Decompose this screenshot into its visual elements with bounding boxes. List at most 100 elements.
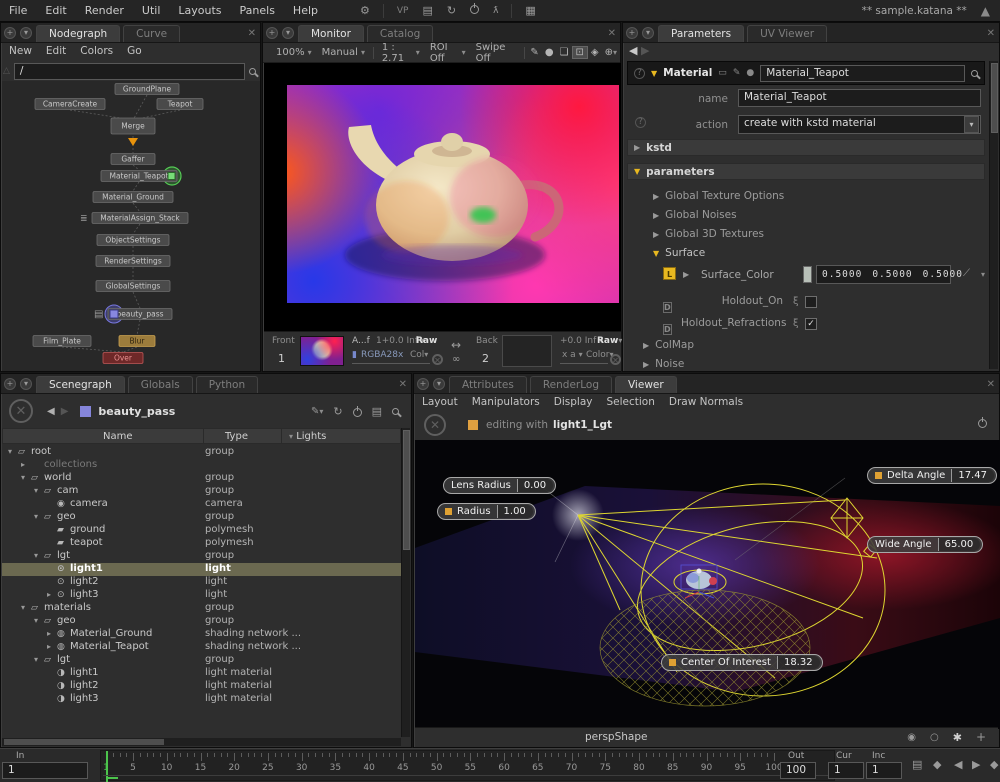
add-icon[interactable]: +: [976, 730, 986, 744]
render-canvas[interactable]: [264, 63, 621, 331]
row-name[interactable]: light1: [70, 667, 99, 678]
next-key-icon[interactable]: ◆: [990, 758, 998, 771]
tree-expander-icon[interactable]: ▾: [8, 447, 18, 456]
speech-bubble-icon[interactable]: ●: [542, 47, 557, 58]
add-tab-icon[interactable]: +: [626, 27, 638, 39]
holdout-on-checkbox[interactable]: [805, 296, 817, 308]
close-icon[interactable]: ✕: [248, 28, 256, 39]
menu-edit[interactable]: Edit: [36, 4, 75, 17]
pen-icon[interactable]: ✎▾: [311, 406, 323, 417]
frame-ruler[interactable]: 1510152025303540455055606570758085909510…: [100, 750, 835, 781]
clapperboard-icon[interactable]: ▦: [518, 4, 542, 17]
column-name[interactable]: Name: [103, 431, 133, 442]
profile-icon[interactable]: ƛ: [486, 6, 505, 16]
scenegraph-row-Material_Teapot[interactable]: ▸◍Material_Teapotshading network ...: [2, 641, 404, 654]
scenegraph-row-light2[interactable]: ◑light2light material: [2, 680, 404, 693]
scenegraph-row-ground[interactable]: ▰groundpolymesh: [2, 524, 404, 537]
back-arrow-icon[interactable]: ◀: [47, 406, 55, 417]
group-surface[interactable]: ▼Surface: [653, 247, 705, 259]
dropdown-arrow-icon[interactable]: ▾: [964, 116, 979, 133]
menu-layout[interactable]: Layout: [422, 396, 458, 408]
search-icon[interactable]: [392, 408, 399, 415]
row-name[interactable]: light2: [70, 680, 99, 691]
tab-uv-viewer[interactable]: UV Viewer: [747, 25, 827, 42]
scenegraph-row-collections[interactable]: ▸collections: [2, 459, 404, 472]
editing-target[interactable]: light1_Lgt: [553, 419, 612, 431]
wrench-icon[interactable]: ✎: [733, 68, 741, 78]
row-name[interactable]: light3: [70, 693, 99, 704]
node-Film_Plate[interactable]: Film_Plate: [33, 336, 91, 347]
back-channels[interactable]: x a ▾: [562, 350, 583, 360]
tab-scenegraph[interactable]: Scenegraph: [36, 376, 125, 393]
node-Over[interactable]: Over: [103, 353, 143, 364]
power-icon[interactable]: [463, 4, 486, 17]
tree-expander-icon[interactable]: ▾: [21, 473, 31, 482]
row-name[interactable]: Material_Teapot: [70, 641, 149, 652]
tree-expander-icon[interactable]: ▾: [34, 616, 44, 625]
scenegraph-row-world[interactable]: ▾▱worldgroup: [2, 472, 404, 485]
local-badge[interactable]: L: [663, 267, 676, 280]
action-dropdown[interactable]: create with kstd material: [738, 115, 981, 134]
tab-renderlog[interactable]: RenderLog: [530, 376, 612, 393]
node-Gaffer[interactable]: Gaffer: [111, 154, 155, 165]
color-swatch[interactable]: [803, 266, 812, 283]
lock-icon[interactable]: ▮: [352, 350, 357, 360]
default-badge[interactable]: D: [663, 324, 672, 335]
front-name[interactable]: A...f: [352, 336, 370, 346]
menu-new[interactable]: New: [9, 45, 32, 57]
crosshair-icon[interactable]: ⊕▾: [602, 47, 620, 58]
search-icon[interactable]: [971, 70, 978, 77]
add-tab-icon[interactable]: +: [417, 378, 429, 390]
light-pin-icon[interactable]: ○: [930, 732, 939, 743]
tab-nodegraph[interactable]: Nodegraph: [36, 25, 120, 42]
row-name[interactable]: light3: [70, 589, 99, 600]
default-badge[interactable]: D: [663, 302, 672, 313]
column-type[interactable]: Type: [225, 431, 248, 442]
manipulator-label-center-of-interest[interactable]: Center Of Interest18.32: [661, 654, 823, 671]
forward-arrow-icon[interactable]: ▶: [61, 406, 69, 417]
settings-icon[interactable]: ✱: [953, 731, 962, 744]
power-icon[interactable]: [978, 419, 987, 431]
scenegraph-row-light1[interactable]: ◑light1light material: [2, 667, 404, 680]
film-icon[interactable]: ▤: [372, 405, 382, 418]
step-forward-icon[interactable]: ▶: [972, 758, 980, 771]
pen-icon[interactable]: ✎: [527, 47, 541, 58]
scenegraph-row-root[interactable]: ▾▱rootgroup: [2, 446, 404, 459]
tab-attributes[interactable]: Attributes: [449, 376, 527, 393]
row-name[interactable]: camera: [70, 498, 108, 509]
tab-menu-icon[interactable]: ▾: [20, 27, 32, 39]
row-name[interactable]: geo: [57, 615, 76, 626]
row-name[interactable]: root: [31, 446, 51, 457]
menu-file[interactable]: File: [0, 4, 36, 17]
layers-icon[interactable]: ❏: [557, 47, 572, 58]
prev-key-icon[interactable]: ◆: [933, 758, 941, 771]
warning-icon[interactable]: ▲: [981, 4, 990, 18]
menu-colors[interactable]: Colors: [80, 45, 113, 57]
film-icon[interactable]: ▤: [415, 4, 439, 17]
group-noise[interactable]: ▶Noise: [643, 358, 684, 370]
row-name[interactable]: collections: [44, 459, 97, 470]
node-MaterialAssign_Stack[interactable]: MaterialAssign_Stack: [92, 213, 188, 224]
tab-python[interactable]: Python: [196, 376, 258, 393]
manipulator-label-wide-angle[interactable]: Wide Angle65.00: [867, 536, 983, 553]
node-Blur[interactable]: Blur: [119, 336, 155, 347]
row-name[interactable]: lgt: [57, 654, 70, 665]
close-icon[interactable]: ✕: [987, 379, 995, 390]
tab-curve[interactable]: Curve: [123, 25, 180, 42]
menu-util[interactable]: Util: [133, 4, 169, 17]
tree-expander-icon[interactable]: ▾: [34, 655, 44, 664]
zoom-dropdown[interactable]: 100%▾: [271, 47, 317, 58]
scenegraph-row-light3[interactable]: ▸⊙light3light: [2, 589, 404, 602]
step-back-icon[interactable]: ◀: [954, 758, 962, 771]
close-icon[interactable]: ✕: [987, 28, 995, 39]
menu-draw-normals[interactable]: Draw Normals: [669, 396, 743, 408]
scenegraph-row-lgt[interactable]: ▾▱lgtgroup: [2, 654, 404, 667]
nodegraph-canvas[interactable]: GroundPlaneCameraCreateTeapotMergeGaffer…: [2, 81, 260, 371]
row-name[interactable]: ground: [70, 524, 105, 535]
clear-icon[interactable]: ✕: [424, 414, 446, 436]
scenegraph-row-geo[interactable]: ▾▱geogroup: [2, 615, 404, 628]
group-colmap[interactable]: ▶ColMap: [643, 339, 694, 351]
manipulator-label-lens-radius[interactable]: Lens Radius0.00: [443, 477, 556, 494]
close-icon[interactable]: ✕: [608, 28, 616, 39]
state-icon[interactable]: ξ: [793, 318, 799, 329]
